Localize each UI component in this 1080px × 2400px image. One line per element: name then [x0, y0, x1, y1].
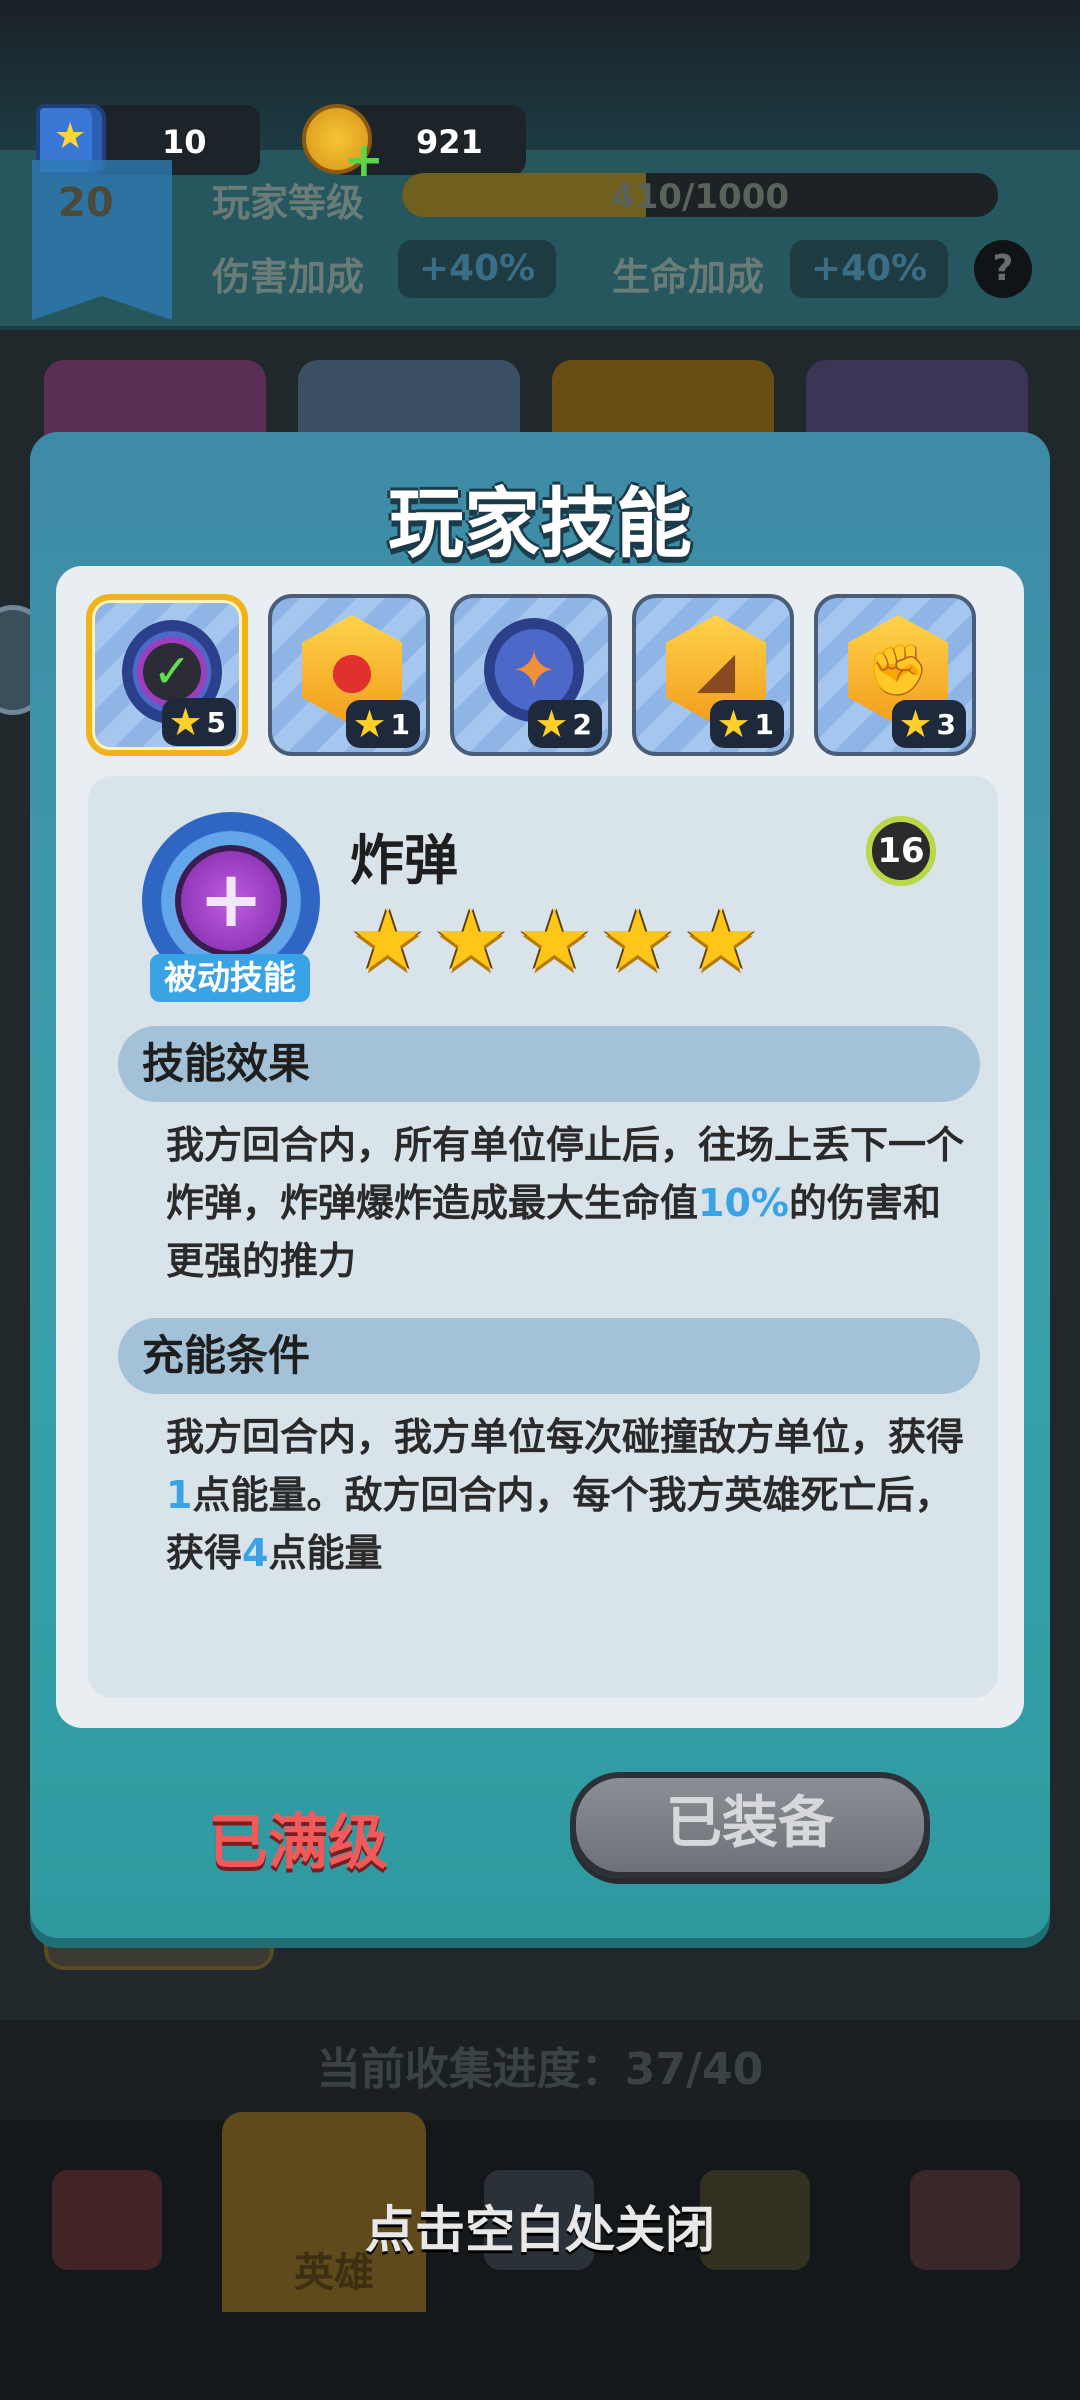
star-icon: ★: [599, 891, 676, 989]
skill-tabs: ✓ ★ 5 ● ★ 1 ✦ ★ 2 ◢ ★ 1 ✊ ★ 3: [86, 594, 996, 758]
skill-tab-stars: ★ 2: [528, 700, 602, 748]
skills-panel: ✓ ★ 5 ● ★ 1 ✦ ★ 2 ◢ ★ 1 ✊ ★ 3 + 被动技能 炸弹 …: [56, 566, 1024, 1728]
skill-level: 16: [866, 816, 936, 886]
health-bonus-label: 生命加成: [612, 255, 765, 299]
player-skills-modal: 玩家技能 ✓ ★ 5 ● ★ 1 ✦ ★ 2 ◢ ★ 1 ✊ ★ 3 + 被动技…: [30, 432, 1050, 1938]
skill-tab-fist[interactable]: ✊ ★ 3: [814, 594, 976, 756]
charge-description: 我方回合内，我方单位每次碰撞敌方单位，获得1点能量。敌方回合内，每个我方英雄死亡…: [166, 1415, 965, 1575]
xp-text: 410/1000: [610, 177, 790, 217]
charge-section-title: 充能条件: [118, 1318, 980, 1394]
star-icon: ★: [350, 891, 426, 989]
skill-star-rating: ★ ★ ★ ★ ★: [350, 898, 759, 982]
close-hint[interactable]: 点击空白处关闭: [0, 2190, 1080, 2262]
star-icon: ★: [516, 891, 592, 989]
skill-tab-bomb[interactable]: ✓ ★ 5: [86, 594, 248, 756]
coin-plus-icon[interactable]: [302, 104, 384, 188]
star-icon: ★: [683, 891, 759, 989]
skill-tab-stars: ★ 3: [892, 700, 966, 748]
skill-name: 炸弹: [350, 829, 458, 892]
effect-description: 我方回合内，所有单位停止后，往场上丢下一个炸弹，炸弹爆炸造成最大生命值10%的伤…: [166, 1123, 965, 1283]
skill-type-tag: 被动技能: [150, 954, 310, 1002]
skill-tab-firework[interactable]: ✦ ★ 2: [450, 594, 612, 756]
collection-progress: 当前收集进度：37/40: [0, 2020, 1080, 2120]
damage-bonus-value: +40%: [398, 240, 556, 298]
damage-bonus-label: 伤害加成: [212, 255, 365, 299]
help-button[interactable]: ?: [974, 240, 1032, 298]
skill-tab-horn[interactable]: ◢ ★ 1: [632, 594, 794, 756]
skill-tab-punch[interactable]: ● ★ 1: [268, 594, 430, 756]
equipped-button[interactable]: 已装备: [570, 1772, 930, 1878]
player-level-label: 玩家等级: [212, 181, 365, 225]
max-level-label: 已满级: [208, 1808, 388, 1878]
modal-title: 玩家技能: [388, 479, 692, 568]
skill-tab-stars: ★ 1: [710, 700, 784, 748]
skill-detail: + 被动技能 炸弹 16 ★ ★ ★ ★ ★ 技能效果 我方回合内，所有单位停止后，往场…: [88, 776, 998, 1698]
star-icon: ★: [433, 891, 509, 989]
player-level: 20: [58, 180, 114, 226]
xp-bar: 410/1000: [402, 173, 998, 217]
skill-tab-stars: ★ 1: [346, 700, 420, 748]
skill-tab-stars: ★ 5: [162, 698, 236, 746]
coins-value: 921: [416, 123, 483, 161]
health-bonus-value: +40%: [790, 240, 948, 298]
effect-section-title: 技能效果: [118, 1026, 980, 1102]
books-value: 10: [162, 123, 207, 161]
